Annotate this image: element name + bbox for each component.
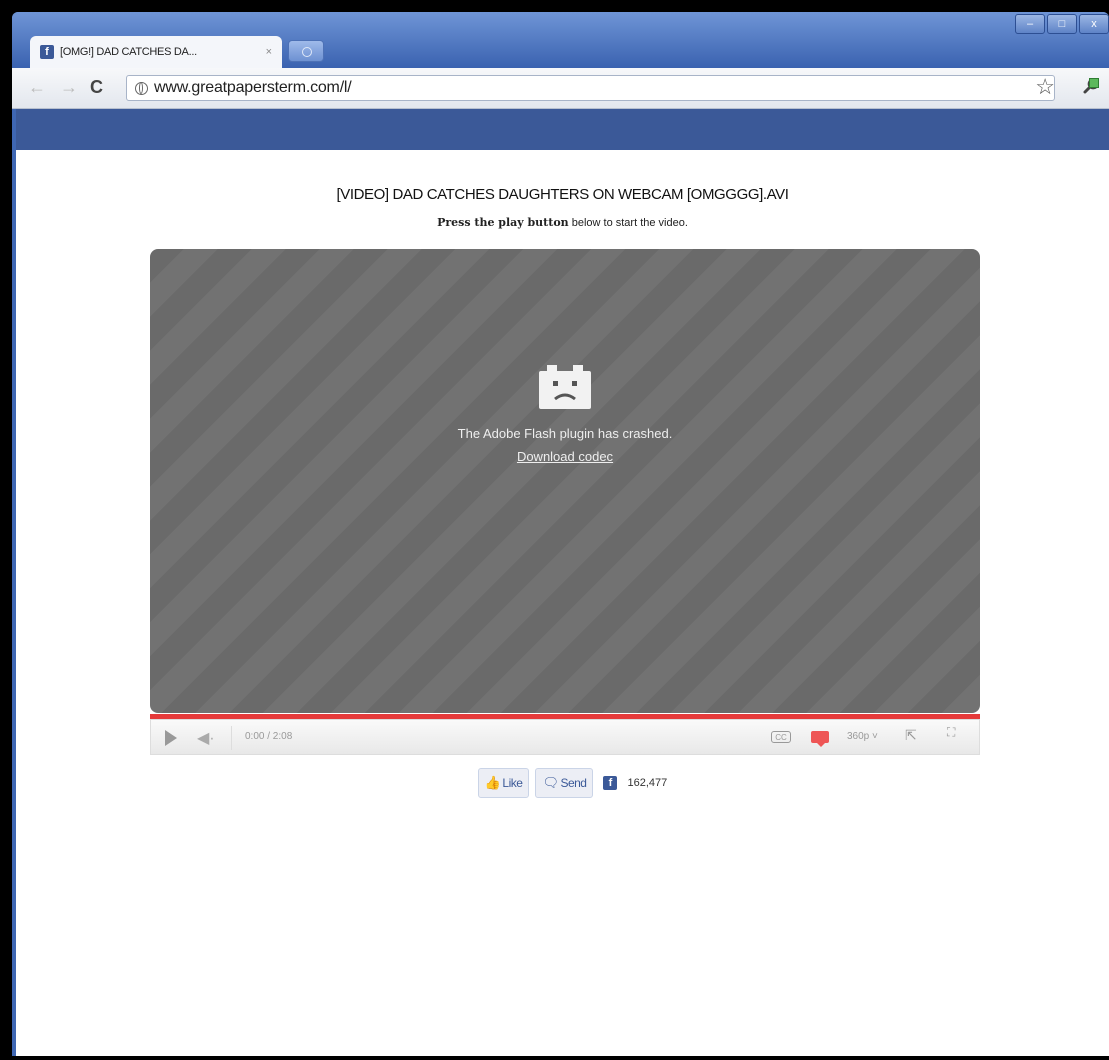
control-divider (231, 726, 232, 750)
like-count: 162,477 (627, 777, 668, 789)
video-player[interactable]: The Adobe Flash plugin has crashed. Down… (150, 249, 980, 713)
bookmark-star-icon[interactable]: ☆ (1035, 75, 1055, 99)
player-control-bar: ◀· 0:00 / 2:08 CC 360p ˅ ⇱ ⛶ (150, 719, 980, 755)
quality-selector[interactable]: 360p ˅ (847, 731, 878, 742)
tab-close-icon[interactable]: × (266, 46, 272, 58)
url-text[interactable]: www.greatpapersterm.com/l/ (154, 79, 352, 97)
volume-icon[interactable]: ◀· (197, 728, 215, 748)
social-buttons: 👍 Like 🗨 Send f 162,477 (36, 768, 1109, 798)
like-label: Like (502, 776, 523, 790)
video-title: [VIDEO] DAD CATCHES DAUGHTERS ON WEBCAM … (336, 186, 789, 203)
title-bar: – □ x f [OMG!] DAD CATCHES DA... × (12, 12, 1109, 68)
update-badge-icon (1089, 78, 1099, 88)
sad-plugin-icon (539, 365, 591, 409)
minimize-button[interactable]: – (1015, 14, 1045, 34)
send-label: Send (560, 776, 587, 790)
browser-toolbar: ← → C www.greatpapersterm.com/l/ ☆ (12, 68, 1109, 109)
instruction-rest: below to start the video. (568, 217, 688, 229)
annotations-icon[interactable] (811, 731, 829, 747)
browser-window: – □ x f [OMG!] DAD CATCHES DA... × ← → C… (12, 12, 1109, 1056)
captions-icon[interactable]: CC (771, 731, 791, 743)
download-codec-link[interactable]: Download codec (517, 449, 613, 464)
forward-arrow-icon[interactable]: → (60, 77, 78, 97)
tab-title: [OMG!] DAD CATCHES DA... (60, 46, 197, 58)
facebook-header-bar (16, 109, 1109, 150)
wrench-menu-icon[interactable] (1081, 74, 1103, 102)
plugin-crash-message: The Adobe Flash plugin has crashed. (457, 426, 673, 441)
send-bubble-icon: 🗨 (542, 775, 559, 790)
address-bar[interactable]: www.greatpapersterm.com/l/ (126, 75, 1055, 101)
browser-tab[interactable]: f [OMG!] DAD CATCHES DA... × (30, 36, 282, 68)
page-content: [VIDEO] DAD CATCHES DAUGHTERS ON WEBCAM … (16, 150, 1109, 1056)
globe-icon (135, 81, 148, 95)
close-window-button[interactable]: x (1079, 14, 1109, 34)
download-codec-wrapper: Download codec (150, 449, 980, 464)
play-icon[interactable] (165, 730, 177, 746)
instruction-text: Press the play button below to start the… (16, 216, 1109, 229)
new-tab-button[interactable] (288, 40, 324, 62)
thumbs-up-icon: 👍 (484, 775, 501, 790)
facebook-icon: f (603, 776, 618, 790)
fullscreen-icon[interactable]: ⛶ (947, 726, 967, 738)
send-button[interactable]: 🗨 Send (535, 768, 594, 798)
maximize-button[interactable]: □ (1047, 14, 1077, 34)
popout-icon[interactable]: ⇱ (905, 727, 917, 744)
facebook-favicon-icon: f (40, 45, 54, 59)
instruction-bold: Press the play button (437, 216, 569, 229)
like-button[interactable]: 👍 Like (477, 768, 530, 798)
reload-icon[interactable]: C (90, 77, 103, 97)
time-display: 0:00 / 2:08 (245, 731, 293, 742)
window-controls: – □ x (1015, 14, 1109, 34)
back-arrow-icon[interactable]: ← (28, 77, 46, 97)
